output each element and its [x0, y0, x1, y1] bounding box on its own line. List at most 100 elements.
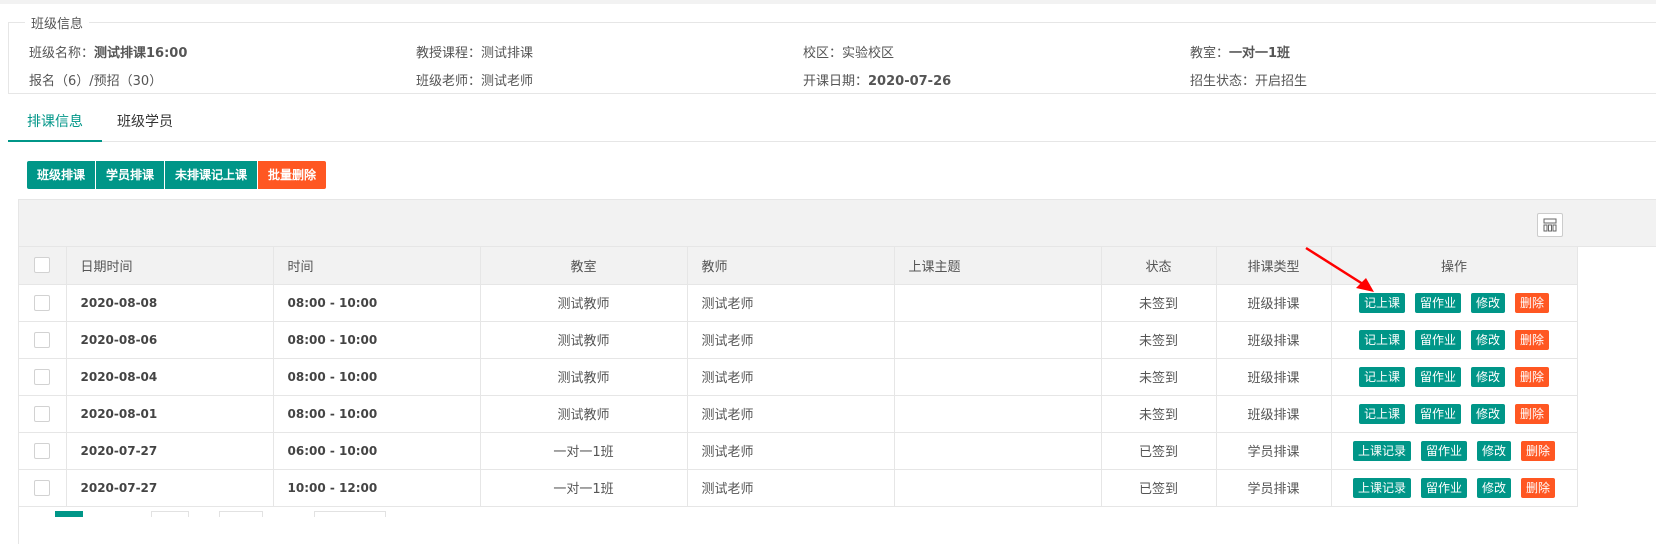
action-button-group: 班级排课 学员排课 未排课记上课 批量删除 [27, 161, 327, 189]
unscheduled-record-button[interactable]: 未排课记上课 [165, 161, 259, 189]
cell-time: 10:00 - 12:00 [273, 469, 481, 507]
pager-size-select[interactable] [219, 511, 263, 517]
cell-ops: 上课记录 留作业 修改 删除 [1331, 432, 1578, 470]
cell-classroom: 测试教师 [480, 395, 688, 433]
tab-class-students[interactable]: 班级学员 [98, 104, 192, 142]
student-schedule-button[interactable]: 学员排课 [96, 161, 166, 189]
cell-type: 班级排课 [1216, 395, 1332, 433]
row-select-cell [19, 432, 67, 470]
cell-topic [894, 358, 1102, 396]
column-filter-icon[interactable] [1537, 213, 1563, 237]
enroll-text: 报名（6）/预招（30） [29, 74, 163, 89]
cell-teacher: 测试老师 [687, 358, 895, 396]
delete-button[interactable]: 删除 [1515, 329, 1550, 350]
table-row: 2020-08-01 08:00 - 10:00 测试教师 测试老师 未签到 班级排课 记上… [19, 395, 1578, 433]
top-bar [0, 0, 1656, 4]
edit-button[interactable]: 修改 [1471, 329, 1506, 350]
row-checkbox[interactable] [34, 331, 51, 348]
cell-time: 06:00 - 10:00 [273, 432, 481, 470]
table-row: 2020-07-27 10:00 - 12:00 一对一1班 测试老师 已签到 学员排课上… [19, 469, 1578, 507]
cell-time: 08:00 - 10:00 [273, 284, 481, 322]
edit-button[interactable]: 修改 [1471, 366, 1506, 387]
cell-topic [894, 284, 1102, 322]
table-toolbar [19, 200, 1656, 247]
teacher-label: 班级老师： [416, 74, 482, 89]
cell-teacher: 测试老师 [687, 432, 895, 470]
delete-button[interactable]: 删除 [1515, 403, 1550, 424]
record-class-button[interactable]: 记上课 [1358, 366, 1405, 387]
start-date-value: 2020-07-26 [868, 74, 952, 89]
row-select-cell [19, 284, 67, 322]
cell-status: 未签到 [1101, 395, 1217, 433]
cell-type: 学员排课 [1216, 432, 1332, 470]
batch-delete-button[interactable]: 批量删除 [258, 161, 327, 189]
cell-topic [894, 395, 1102, 433]
row-checkbox[interactable] [34, 442, 51, 459]
cell-type: 班级排课 [1216, 358, 1332, 396]
enroll-status-field: 招生状态：开启招生 [1190, 70, 1307, 89]
assign-homework-button[interactable]: 留作业 [1420, 477, 1467, 498]
cell-classroom: 一对一1班 [480, 432, 688, 470]
delete-button[interactable]: 删除 [1515, 366, 1550, 387]
class-schedule-button[interactable]: 班级排课 [27, 161, 97, 189]
delete-button[interactable]: 删除 [1521, 477, 1556, 498]
cell-status: 未签到 [1101, 284, 1217, 322]
cell-topic [894, 469, 1102, 507]
assign-homework-button[interactable]: 留作业 [1414, 366, 1461, 387]
row-select-cell [19, 469, 67, 507]
row-ops: 上课记录 留作业 修改 删除 [1346, 477, 1563, 498]
delete-button[interactable]: 删除 [1515, 292, 1550, 313]
class-info-legend: 班级信息 [31, 17, 84, 32]
edit-button[interactable]: 修改 [1471, 292, 1506, 313]
cell-status: 未签到 [1101, 358, 1217, 396]
edit-button[interactable]: 修改 [1477, 477, 1512, 498]
row-checkbox[interactable] [34, 294, 51, 311]
enroll-status-value: 开启招生 [1255, 74, 1308, 89]
header-time: 时间 [273, 247, 481, 285]
pager-page-button[interactable] [151, 511, 189, 517]
select-all-checkbox[interactable] [34, 257, 51, 274]
course-field: 教授课程：测试排课 [416, 42, 533, 61]
assign-homework-button[interactable]: 留作业 [1414, 403, 1461, 424]
record-class-button[interactable]: 上课记录 [1352, 477, 1411, 498]
cell-type: 班级排课 [1216, 321, 1332, 359]
cell-time: 08:00 - 10:00 [273, 321, 481, 359]
cell-classroom: 测试教师 [480, 358, 688, 396]
cell-teacher: 测试老师 [687, 284, 895, 322]
record-class-button[interactable]: 记上课 [1358, 329, 1405, 350]
row-ops: 记上课 留作业 修改 删除 [1346, 403, 1563, 424]
assign-homework-button[interactable]: 留作业 [1414, 329, 1461, 350]
cell-classroom: 一对一1班 [480, 469, 688, 507]
record-class-button[interactable]: 记上课 [1358, 403, 1405, 424]
cell-ops: 上课记录 留作业 修改 删除 [1331, 469, 1578, 507]
cell-topic [894, 432, 1102, 470]
cell-teacher: 测试老师 [687, 395, 895, 433]
delete-button[interactable]: 删除 [1521, 440, 1556, 461]
pager-jump-input[interactable] [314, 511, 386, 517]
assign-homework-button[interactable]: 留作业 [1420, 440, 1467, 461]
cell-status: 已签到 [1101, 469, 1217, 507]
tab-schedule-info[interactable]: 排课信息 [8, 104, 102, 142]
class-name-field: 班级名称：测试排课16:00 [29, 42, 187, 61]
cell-classroom: 测试教师 [480, 321, 688, 359]
row-checkbox[interactable] [34, 405, 51, 422]
edit-button[interactable]: 修改 [1477, 440, 1512, 461]
table-row: 2020-08-06 08:00 - 10:00 测试教师 测试老师 未签到 班级排课 记上… [19, 321, 1578, 359]
assign-homework-button[interactable]: 留作业 [1414, 292, 1461, 313]
cell-time: 08:00 - 10:00 [273, 395, 481, 433]
pager-current-page[interactable] [55, 511, 83, 517]
cell-date: 2020-08-08 [66, 284, 274, 322]
record-class-button[interactable]: 上课记录 [1352, 440, 1411, 461]
select-all-cell [19, 247, 67, 285]
cell-teacher: 测试老师 [687, 469, 895, 507]
cell-ops: 记上课 留作业 修改 删除 [1331, 395, 1578, 433]
schedule-table-container: 日期时间 时间 教室 教师 上课主题 状态 排课类型 操作 2020-08-08… [18, 199, 1656, 544]
edit-button[interactable]: 修改 [1471, 403, 1506, 424]
cell-time: 08:00 - 10:00 [273, 358, 481, 396]
row-ops: 记上课 留作业 修改 删除 [1346, 292, 1563, 313]
cell-date: 2020-08-01 [66, 395, 274, 433]
record-class-button[interactable]: 记上课 [1358, 292, 1405, 313]
classroom-field: 教室：一对一1班 [1190, 42, 1290, 61]
row-checkbox[interactable] [34, 368, 51, 385]
row-checkbox[interactable] [34, 479, 51, 496]
